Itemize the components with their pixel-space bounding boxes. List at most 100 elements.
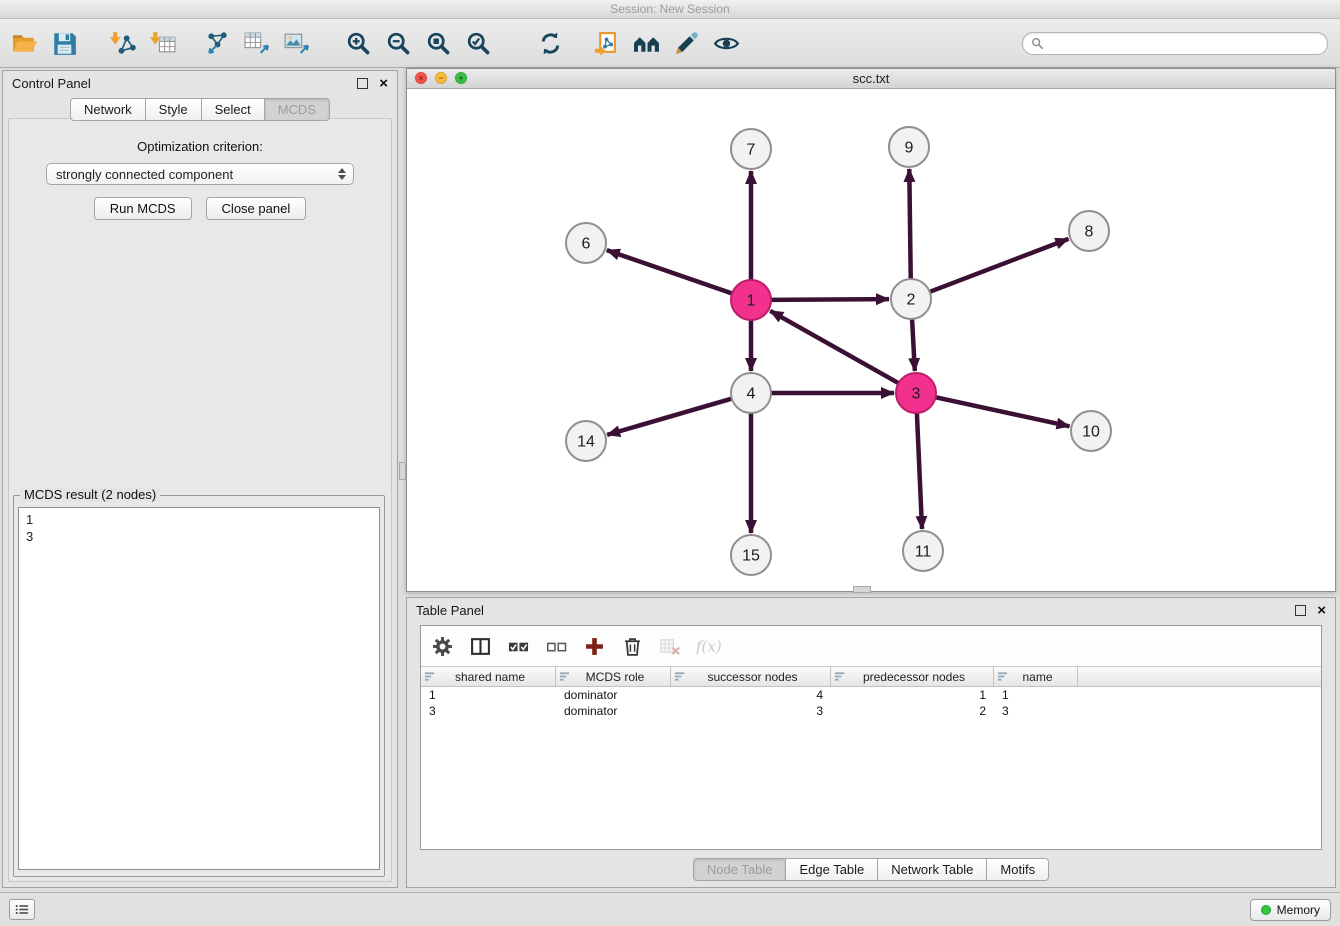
tab-mcds[interactable]: MCDS [264, 98, 330, 121]
open-session-button[interactable] [4, 23, 44, 63]
minimize-window-button[interactable] [435, 72, 447, 84]
control-panel-tabs: NetworkStyleSelectMCDS [3, 98, 397, 121]
node-7[interactable]: 7 [731, 129, 771, 169]
tab-select[interactable]: Select [201, 98, 265, 121]
tab-network[interactable]: Network [70, 98, 146, 121]
delete-column-button [655, 631, 686, 661]
zoom-fit-button[interactable] [418, 23, 458, 63]
node-10[interactable]: 10 [1071, 411, 1111, 451]
close-panel-icon-button[interactable] [379, 76, 388, 91]
split-columns-button[interactable] [465, 631, 496, 661]
zoom-fit-icon [425, 31, 452, 56]
zoom-out-button[interactable] [378, 23, 418, 63]
select-all-checkboxes-button[interactable] [503, 631, 534, 661]
edge-3-10[interactable] [934, 397, 1070, 427]
node-8[interactable]: 8 [1069, 211, 1109, 251]
import-table-button[interactable] [142, 23, 182, 63]
sort-icon [834, 671, 848, 682]
network-window-titlebar: scc.txt [407, 69, 1335, 89]
export-table-button[interactable] [236, 23, 276, 63]
tab-edge-table[interactable]: Edge Table [785, 858, 878, 881]
edge-2-3[interactable] [912, 317, 915, 371]
zoom-selected-button[interactable] [458, 23, 498, 63]
zoom-in-button[interactable] [338, 23, 378, 63]
node-3[interactable]: 3 [896, 373, 936, 413]
node-1[interactable]: 1 [731, 280, 771, 320]
search-input[interactable] [1048, 35, 1319, 51]
export-image-button[interactable] [276, 23, 316, 63]
first-neighbors-button[interactable] [626, 23, 666, 63]
node-11[interactable]: 11 [903, 531, 943, 571]
table-cell: 3 [421, 703, 556, 719]
tab-motifs[interactable]: Motifs [986, 858, 1049, 881]
float-panel-button[interactable] [357, 78, 368, 89]
column-header-predecessor-nodes[interactable]: predecessor nodes [831, 667, 994, 686]
toggle-graphics-details-button[interactable] [706, 23, 746, 63]
search-box[interactable] [1022, 32, 1328, 55]
edge-3-1[interactable] [770, 311, 900, 384]
table-row[interactable]: 1dominator411 [421, 687, 1321, 703]
zoom-out-icon [385, 31, 412, 56]
style-brush-button[interactable] [666, 23, 706, 63]
edge-4-14[interactable] [607, 398, 734, 435]
delete-row-icon [622, 636, 643, 657]
tab-network-table[interactable]: Network Table [877, 858, 987, 881]
status-menu-button[interactable] [9, 899, 35, 920]
node-6[interactable]: 6 [566, 223, 606, 263]
column-label: MCDS role [573, 670, 657, 684]
svg-text:f(x): f(x) [695, 637, 722, 655]
mcds-result-legend: MCDS result (2 nodes) [20, 487, 160, 502]
edge-1-6[interactable] [607, 250, 734, 294]
close-window-button[interactable] [415, 72, 427, 84]
apply-layout-button[interactable] [530, 23, 570, 63]
network-canvas[interactable]: 7 9 6 8 1 2 4 3 14 10 15 11 [407, 89, 1335, 591]
save-session-button[interactable] [44, 23, 84, 63]
node-9[interactable]: 9 [889, 127, 929, 167]
edge-3-11[interactable] [917, 411, 922, 529]
column-header-successor-nodes[interactable]: successor nodes [671, 667, 831, 686]
close-table-panel-button[interactable] [1317, 603, 1326, 618]
node-label: 6 [582, 236, 591, 253]
control-panel-title: Control Panel [12, 76, 91, 91]
float-table-panel-button[interactable] [1295, 605, 1306, 616]
add-column-button[interactable] [579, 631, 610, 661]
splitter-grip-vertical[interactable] [399, 462, 406, 480]
splitter-grip-horizontal[interactable] [853, 586, 871, 593]
delete-row-button[interactable] [617, 631, 648, 661]
run-mcds-button[interactable]: Run MCDS [94, 197, 192, 220]
column-header-name[interactable]: name [994, 667, 1078, 686]
table-row[interactable]: 3dominator323 [421, 703, 1321, 719]
column-label: shared name [438, 670, 542, 684]
node-15[interactable]: 15 [731, 535, 771, 575]
column-header-shared-name[interactable]: shared name [421, 667, 556, 686]
table-panel-header: Table Panel [407, 598, 1335, 622]
traffic-lights [415, 72, 467, 84]
column-header-MCDS-role[interactable]: MCDS role [556, 667, 671, 686]
node-label: 10 [1082, 424, 1100, 441]
edge-2-9[interactable] [909, 169, 910, 281]
mcds-result-list[interactable]: 13 [18, 507, 380, 870]
export-network-button[interactable] [196, 23, 236, 63]
tab-style[interactable]: Style [145, 98, 202, 121]
node-2[interactable]: 2 [891, 279, 931, 319]
export-network-icon [203, 31, 230, 56]
window-title: Session: New Session [610, 2, 729, 16]
node-4[interactable]: 4 [731, 373, 771, 413]
edge-1-2[interactable] [769, 299, 889, 300]
gear-icon [432, 636, 453, 657]
node-label: 7 [747, 142, 756, 159]
network-graph[interactable]: 7 9 6 8 1 2 4 3 14 10 15 11 [407, 89, 1335, 591]
close-panel-button[interactable]: Close panel [206, 197, 307, 220]
optimization-criterion-select[interactable]: strongly connected component [46, 163, 354, 185]
edge-2-8[interactable] [928, 239, 1069, 293]
network-document-button[interactable] [586, 23, 626, 63]
tab-node-table[interactable]: Node Table [693, 858, 787, 881]
gear-button[interactable] [427, 631, 458, 661]
memory-button[interactable]: Memory [1250, 899, 1331, 921]
node-14[interactable]: 14 [566, 421, 606, 461]
toolbar-group [196, 23, 316, 63]
first-neighbors-icon [633, 31, 660, 56]
maximize-window-button[interactable] [455, 72, 467, 84]
import-network-button[interactable] [102, 23, 142, 63]
deselect-all-checkboxes-button[interactable] [541, 631, 572, 661]
